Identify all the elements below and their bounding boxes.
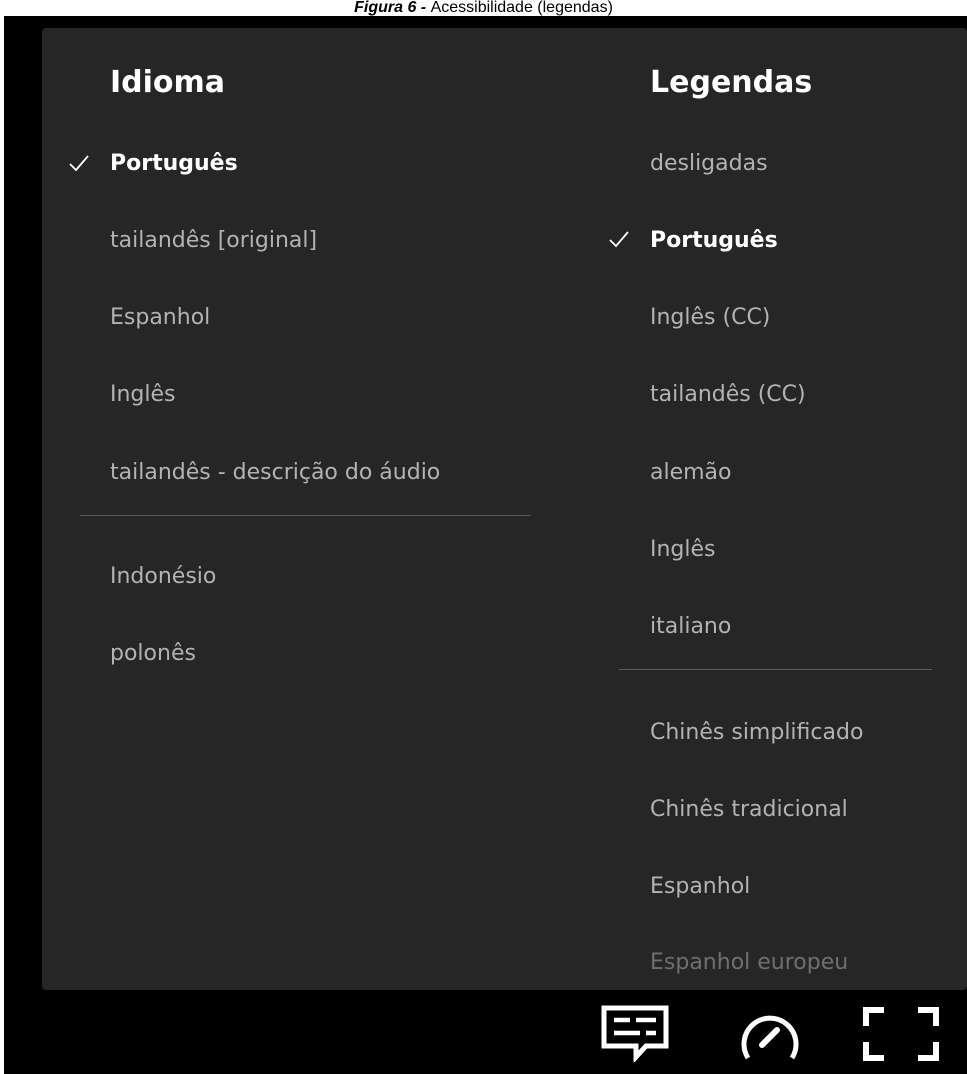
audio-option-espanhol[interactable]: Espanhol — [110, 305, 210, 331]
audio-option-polones[interactable]: polonês — [110, 641, 196, 667]
subtitle-option-portugues[interactable]: Português — [650, 228, 778, 254]
audio-option-tailandes-original[interactable]: tailandês [original] — [110, 228, 317, 254]
subtitle-selected-check-icon — [609, 231, 629, 248]
subtitle-option-off[interactable]: desligadas — [650, 151, 768, 177]
figure-caption: Figura 6 - Acessibilidade (legendas) — [0, 0, 967, 16]
player-screen: Idioma Português tailandês [original] Es… — [4, 16, 967, 1074]
subtitle-option-ingles-cc[interactable]: Inglês (CC) — [650, 305, 770, 331]
audio-option-tailandes-audio-description[interactable]: tailandês - descrição do áudio — [110, 460, 440, 486]
subtitle-divider — [619, 669, 932, 670]
audio-divider — [80, 515, 531, 516]
subtitle-option-alemao[interactable]: alemão — [650, 460, 732, 486]
subtitle-option-italiano[interactable]: italiano — [650, 614, 731, 640]
audio-option-portugues[interactable]: Português — [110, 151, 238, 177]
audio-selected-check-icon — [69, 155, 89, 172]
audio-option-indonesio[interactable]: Indonésio — [110, 564, 216, 590]
audio-option-ingles[interactable]: Inglês — [110, 382, 176, 408]
playback-speed-icon[interactable] — [738, 1006, 802, 1064]
subtitle-option-espanhol[interactable]: Espanhol — [650, 874, 750, 900]
subtitle-option-chines-simplificado[interactable]: Chinês simplificado — [650, 720, 863, 746]
audio-subtitle-panel: Idioma Português tailandês [original] Es… — [42, 28, 967, 990]
subtitle-option-chines-tradicional[interactable]: Chinês tradicional — [650, 797, 848, 823]
subtitle-option-ingles[interactable]: Inglês — [650, 537, 716, 563]
figure-caption-text: Acessibilidade (legendas) — [430, 0, 613, 16]
subtitle-option-espanhol-europeu[interactable]: Espanhol europeu — [650, 950, 848, 976]
figure-caption-prefix: Figura 6 - — [354, 0, 431, 16]
audio-column-title: Idioma — [110, 65, 226, 100]
subtitles-icon[interactable] — [600, 1004, 670, 1062]
subtitles-column-title: Legendas — [650, 65, 813, 100]
subtitle-option-tailandes-cc[interactable]: tailandês (CC) — [650, 382, 806, 408]
fullscreen-icon[interactable] — [862, 1006, 940, 1062]
